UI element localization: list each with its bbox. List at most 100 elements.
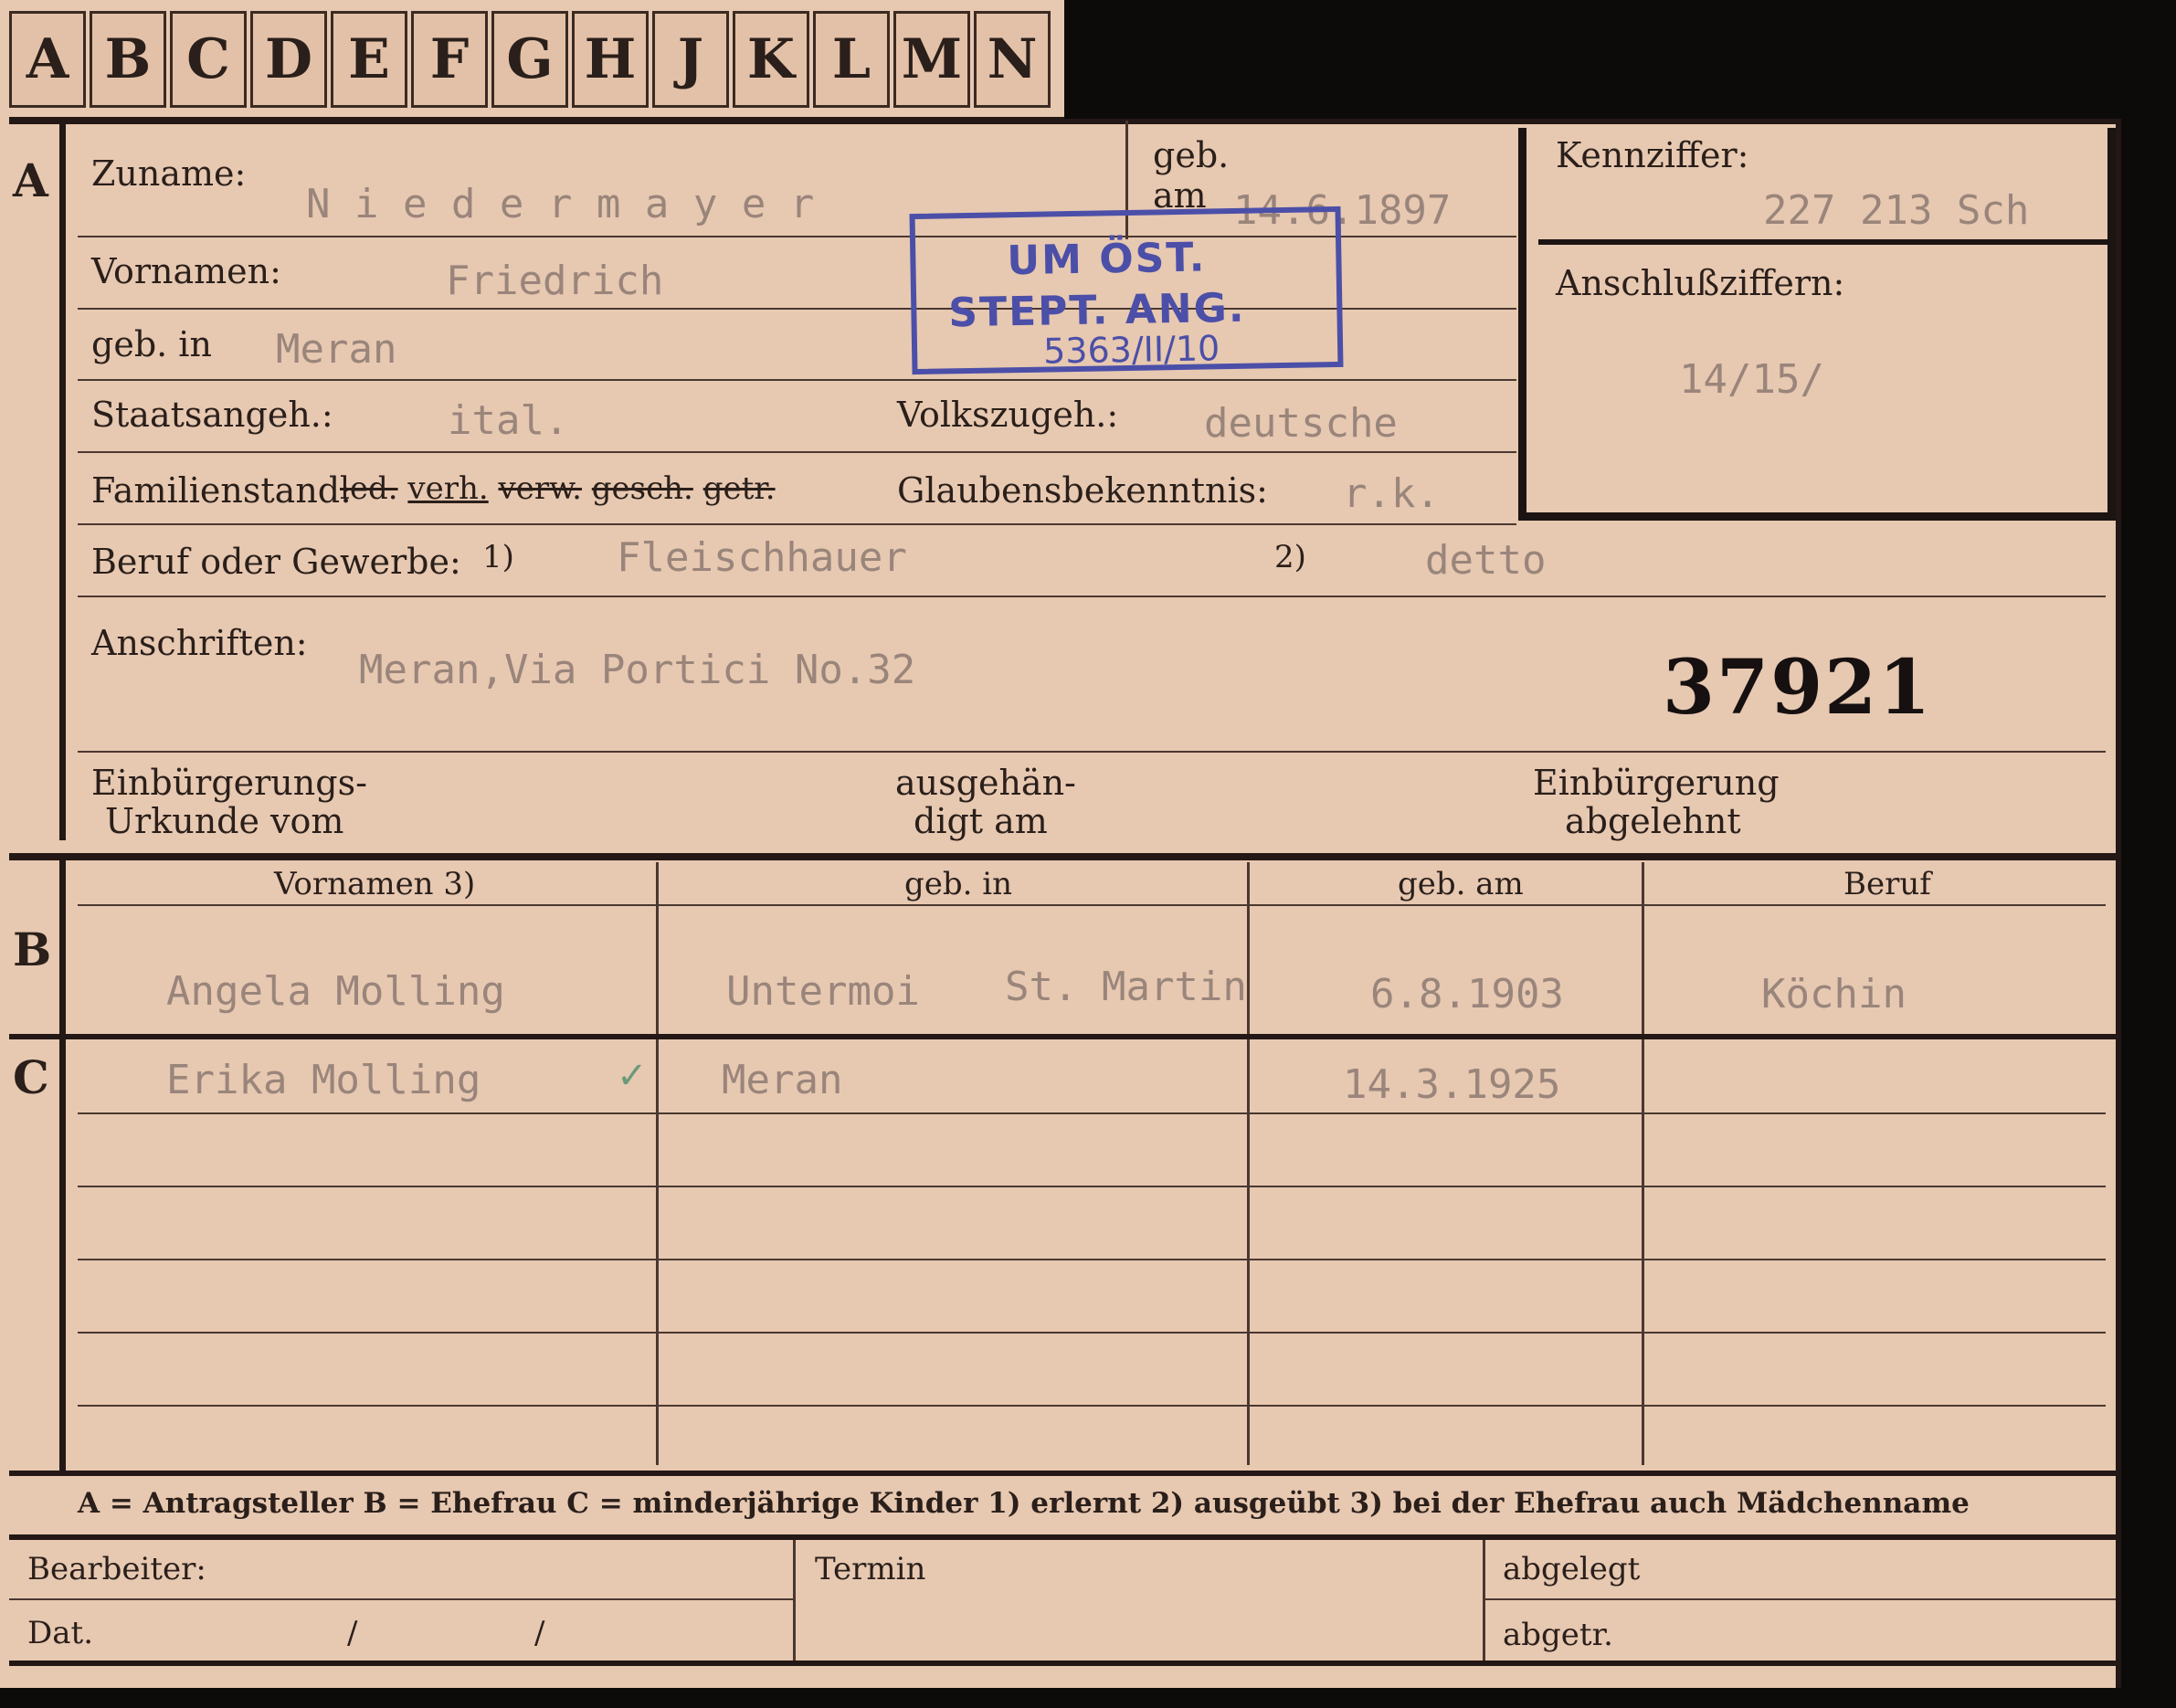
citizenship-value: ital. [448, 397, 569, 444]
date-separator-2: / [534, 1615, 545, 1651]
citizenship-label: Staatsangeh.: [91, 395, 333, 435]
index-tabs: A B C D E F G H J K L M N [9, 11, 1054, 113]
birthplace-label: geb. in [91, 324, 212, 364]
marital-option-separated: getr. [702, 470, 776, 507]
sent-label: abgetr. [1503, 1617, 1613, 1653]
index-tab-a[interactable]: A [9, 11, 86, 108]
row-line-3 [78, 379, 1516, 381]
footer-divider-1 [793, 1540, 796, 1663]
nationality-label: Volkszugeh.: [897, 395, 1119, 435]
marital-label: Familienstand: [91, 470, 352, 511]
table-col-2 [1247, 862, 1250, 1465]
table-row-line-2 [78, 1186, 2106, 1187]
index-tab-k[interactable]: K [733, 11, 809, 108]
spouse-occupation: Köchin [1761, 971, 1907, 1017]
index-tab-c[interactable]: C [170, 11, 247, 108]
spouse-birthplace-2: St. Martin [1005, 964, 1247, 1010]
section-a-letter: A [13, 153, 48, 207]
clerk-line [9, 1598, 795, 1600]
rejected-label-2: abgelehnt [1565, 801, 1741, 841]
dark-background-top [1064, 0, 2176, 119]
child-birthdate: 14.3.1925 [1343, 1061, 1561, 1108]
section-b-top [9, 853, 2119, 860]
date-separator-1: / [347, 1615, 358, 1651]
clerk-label: Bearbeiter: [27, 1551, 206, 1587]
frame-right [2116, 119, 2121, 1688]
filed-label: abgelegt [1503, 1551, 1641, 1587]
index-tab-g[interactable]: G [491, 11, 568, 108]
kennziffer-value: 227 213 Sch [1763, 187, 2030, 234]
table-header-birthplace: geb. in [904, 866, 1013, 902]
birthdate-label-1: geb. [1153, 135, 1230, 175]
filed-line [1485, 1598, 2116, 1600]
spouse-firstnames: Angela Molling [166, 968, 505, 1015]
address-value: Meran,Via Portici No.32 [359, 647, 916, 693]
legend-text: A = Antragsteller B = Ehefrau C = minder… [78, 1487, 1970, 1520]
index-tab-d[interactable]: D [250, 11, 327, 108]
marital-options: led. verh. verw. gesch. getr. [340, 470, 776, 507]
legend-top [9, 1471, 2119, 1476]
table-header-occupation: Beruf [1843, 866, 1931, 902]
footer-divider-2 [1483, 1540, 1485, 1663]
anschluss-label: Anschlußziffern: [1556, 263, 1845, 303]
surname-label: Zuname: [91, 153, 247, 194]
table-header-line [78, 904, 2106, 906]
index-tab-n[interactable]: N [974, 11, 1051, 108]
index-tab-e[interactable]: E [331, 11, 407, 108]
table-header-firstnames: Vornamen 3) [274, 866, 476, 902]
address-label: Anschriften: [91, 623, 308, 663]
section-b-letter: B [13, 923, 52, 976]
index-tab-b[interactable]: B [90, 11, 166, 108]
row-line-5 [78, 523, 1516, 525]
term-label: Termin [815, 1551, 926, 1587]
section-c-letter: C [13, 1050, 49, 1104]
office-stamp: UM ÖST. STEPT. ANG. 5363/II/10 [909, 206, 1344, 375]
occupation-label: Beruf oder Gewerbe: [91, 542, 461, 582]
legend-bottom [9, 1534, 2119, 1540]
file-number: 37921 [1663, 644, 1933, 732]
marital-option-single: led. [340, 470, 398, 507]
religion-value: r.k. [1343, 470, 1440, 517]
stamp-line-3: 5363/II/10 [1042, 328, 1220, 372]
surname-value: N i e d e r m a y e r [306, 181, 815, 227]
delivered-label-1: ausgehän- [895, 763, 1076, 803]
rejected-label-1: Einbürgerung [1533, 763, 1780, 803]
marital-option-married: verh. [407, 470, 489, 507]
religion-label: Glaubensbekenntnis: [897, 470, 1268, 511]
firstnames-value: Friedrich [446, 258, 664, 304]
stamp-line-1: UM ÖST. [1006, 234, 1207, 285]
occupation-note-2: 2) [1274, 539, 1306, 575]
row-line-6 [78, 596, 2106, 597]
naturalization-label-2: Urkunde vom [105, 801, 344, 841]
index-tab-j[interactable]: J [652, 11, 729, 108]
marital-option-widowed: verw. [498, 470, 582, 507]
delivered-label-2: digt am [914, 801, 1048, 841]
marital-option-divorced: gesch. [591, 470, 693, 507]
frame-left-bc [59, 859, 66, 1475]
index-tab-f[interactable]: F [411, 11, 488, 108]
firstnames-label: Vornamen: [91, 251, 281, 291]
check-mark-icon: ✓ [617, 1055, 648, 1097]
frame-bottom [9, 1661, 2119, 1666]
occupation-2-value: detto [1425, 537, 1547, 584]
child-firstnames: Erika Molling [166, 1057, 481, 1103]
index-tab-m[interactable]: M [893, 11, 970, 108]
table-row-line-5 [78, 1405, 2106, 1407]
table-row-line-3 [78, 1259, 2106, 1260]
naturalization-label-1: Einbürgerungs- [91, 763, 367, 803]
index-tab-h[interactable]: H [572, 11, 649, 108]
table-col-1 [656, 862, 659, 1465]
spouse-birthdate: 6.8.1903 [1370, 971, 1564, 1017]
spouse-birthplace-1: Untermoi [726, 968, 920, 1015]
occupation-note-1: 1) [482, 539, 514, 575]
anschluss-value: 14/15/ [1679, 356, 1824, 403]
nationality-value: deutsche [1204, 400, 1398, 447]
birthplace-value: Meran [276, 326, 397, 373]
occupation-value: Fleischhauer [617, 534, 907, 581]
frame-left-a [59, 119, 66, 840]
table-col-3 [1642, 862, 1644, 1465]
row-line-7 [78, 751, 2106, 753]
table-header-birthdate: geb. am [1398, 866, 1524, 902]
index-tab-l[interactable]: L [813, 11, 890, 108]
row-line-4 [78, 451, 1516, 453]
